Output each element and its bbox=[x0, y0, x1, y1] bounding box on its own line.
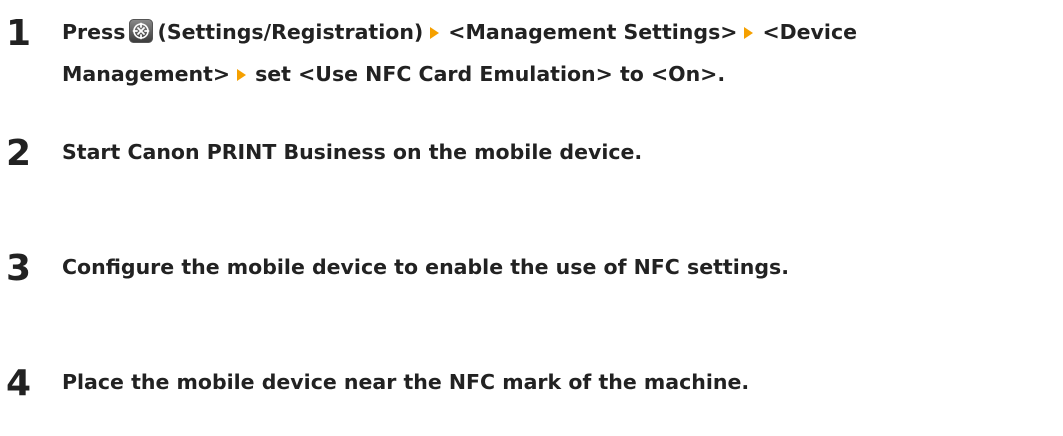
arrow-icon bbox=[430, 27, 440, 39]
step-number: 3 bbox=[6, 248, 32, 289]
step-action: set <Use NFC Card Emulation> to <On>. bbox=[255, 62, 726, 86]
menu-management-settings: <Management Settings> bbox=[448, 20, 738, 44]
menu-device-management-line2: Management> bbox=[62, 62, 231, 86]
press-text: Press bbox=[62, 20, 126, 44]
step-text: Place the mobile device near the NFC mar… bbox=[62, 370, 750, 394]
step-number: 4 bbox=[6, 363, 32, 404]
step-text: Start Canon PRINT Business on the mobile… bbox=[62, 140, 643, 164]
step-text: Press (Settings/Registration) <Managemen… bbox=[62, 11, 1057, 95]
step-number: 2 bbox=[6, 133, 32, 174]
settings-label: (Settings/Registration) bbox=[157, 20, 424, 44]
menu-device-management-line1: <Device bbox=[762, 20, 857, 44]
arrow-icon bbox=[237, 69, 247, 81]
settings-registration-icon bbox=[129, 15, 154, 43]
step-number: 1 bbox=[6, 13, 32, 54]
step-text: Configure the mobile device to enable th… bbox=[62, 255, 789, 279]
arrow-icon bbox=[744, 27, 754, 39]
